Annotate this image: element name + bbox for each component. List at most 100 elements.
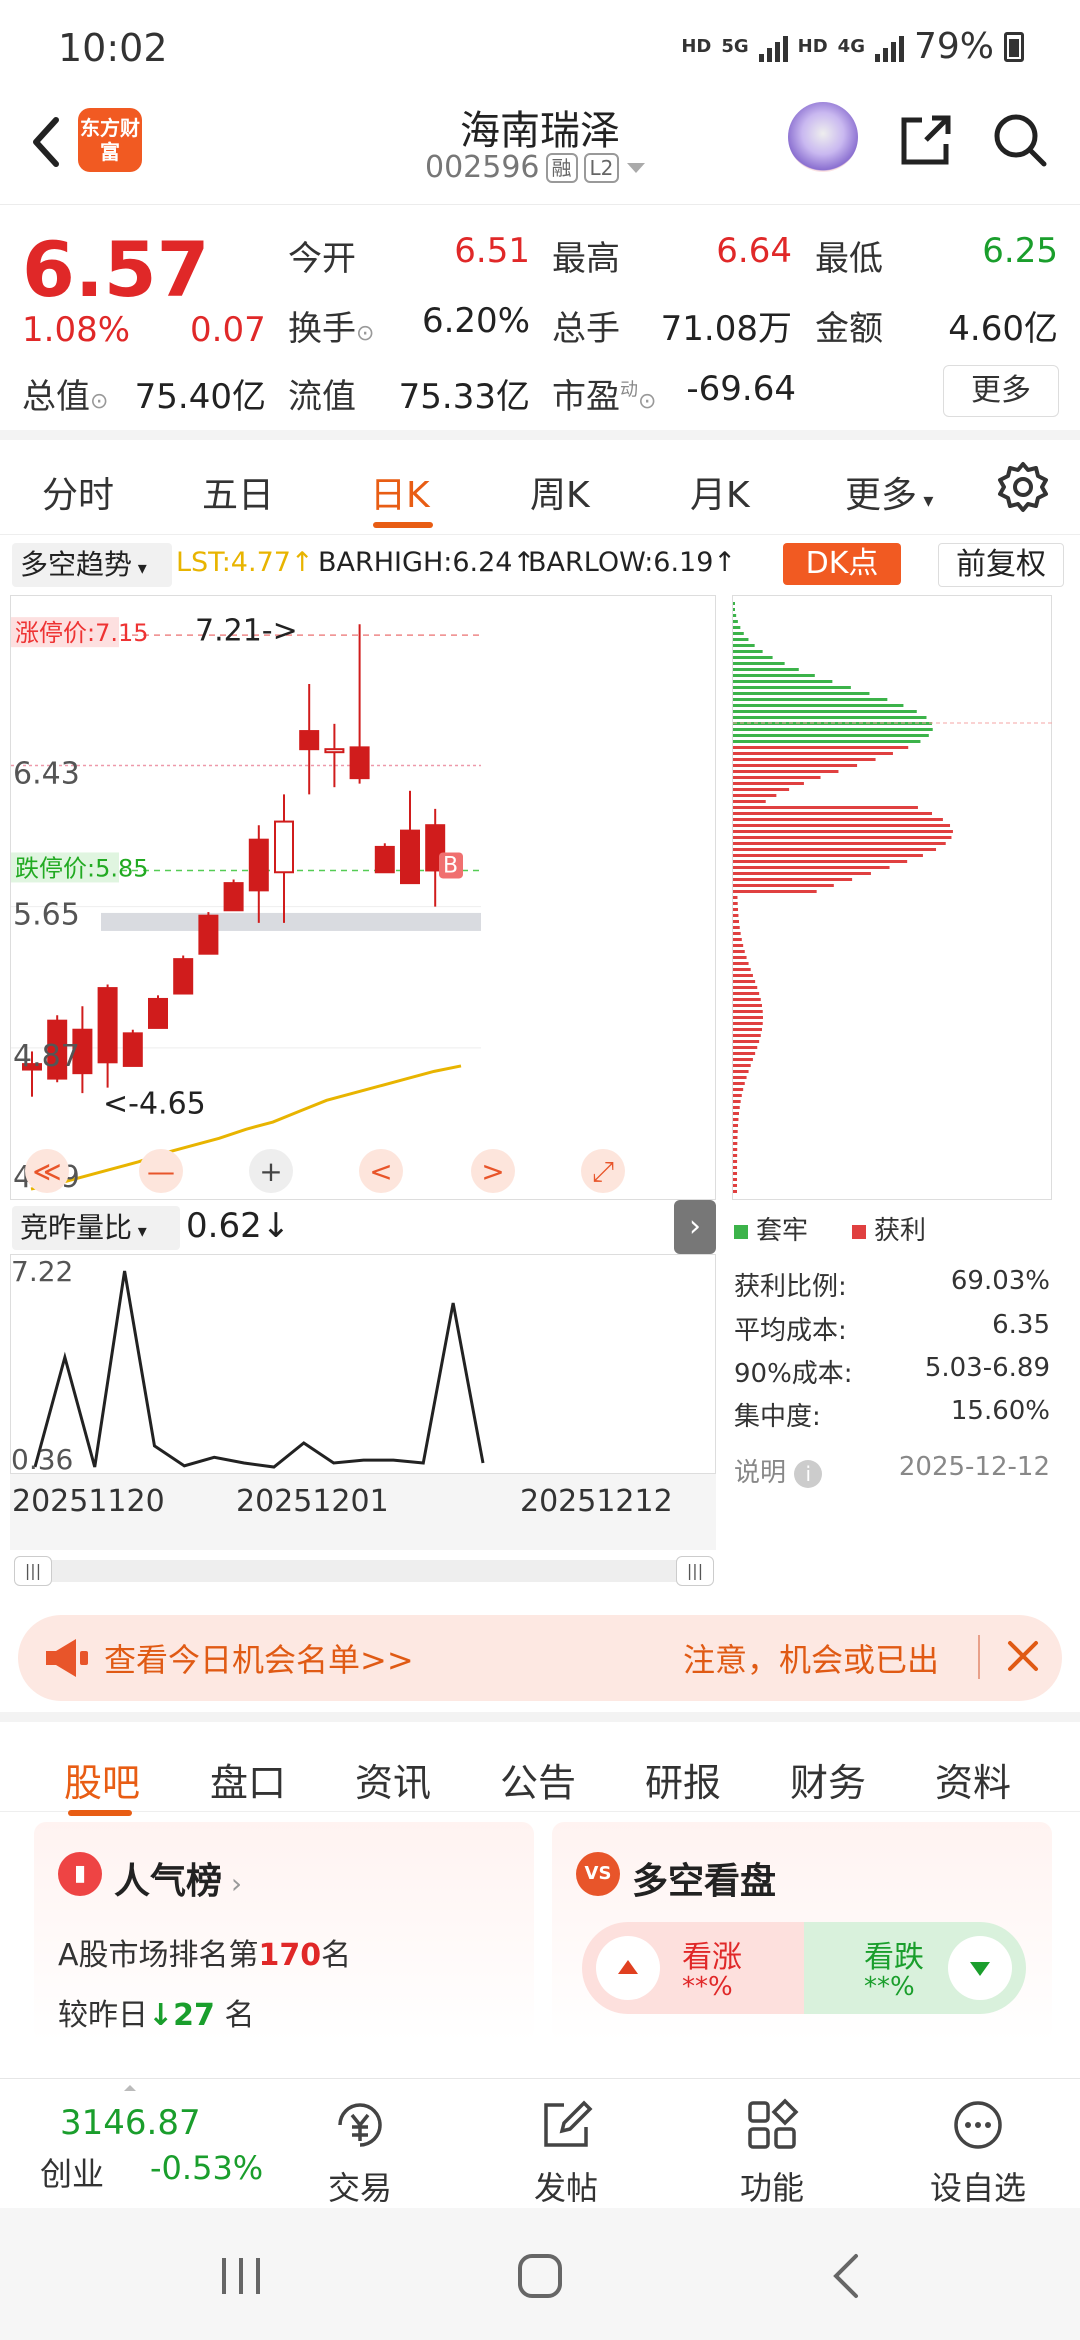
- chart-control-label: ⤢: [592, 1155, 614, 1188]
- expand-index-icon: [124, 2085, 136, 2091]
- chip-bar: [733, 1058, 753, 1061]
- chip-bar: [733, 1052, 756, 1055]
- chip-bar: [733, 1064, 751, 1067]
- tab-research[interactable]: 研报: [645, 1752, 721, 1807]
- tab-more[interactable]: 更多 ▾: [845, 466, 933, 518]
- bearish-button[interactable]: 看跌 **%: [804, 1922, 1026, 2014]
- chart-control-label: >: [481, 1155, 504, 1188]
- megaphone-icon: [46, 1639, 88, 1677]
- chip-bar: [733, 1094, 742, 1097]
- chip-bar: [733, 776, 821, 779]
- index-value[interactable]: 3146.87: [60, 2103, 201, 2143]
- bullish-button[interactable]: 看涨 **%: [582, 1922, 804, 2014]
- tab-monthly-k[interactable]: 月K: [690, 466, 750, 518]
- y-axis-label: 4.87: [13, 1039, 80, 1074]
- chip-bar: [733, 1076, 747, 1079]
- share-button[interactable]: [896, 110, 956, 170]
- ai-assistant-avatar[interactable]: [788, 102, 858, 172]
- chip-bar: [733, 1010, 763, 1013]
- signal-icon: [758, 32, 788, 62]
- tab-five-day[interactable]: 五日: [202, 466, 274, 518]
- chart-control-label: <: [369, 1155, 392, 1188]
- tab-forum[interactable]: 股吧: [64, 1752, 140, 1807]
- indicator-select[interactable]: 多空趋势 ▾: [12, 543, 172, 587]
- range-handle-right[interactable]: |||: [676, 1556, 714, 1586]
- tab-timeshare[interactable]: 分时: [42, 466, 114, 518]
- gear-icon: [998, 462, 1048, 512]
- chip-bar: [733, 998, 761, 1001]
- tab-profile[interactable]: 资料: [935, 1752, 1011, 1807]
- search-icon: [994, 114, 1047, 167]
- more-quote-button[interactable]: 更多: [943, 365, 1059, 417]
- battery-percent: 79%: [913, 26, 994, 67]
- bearish-label: 看跌: [864, 1940, 924, 1975]
- chip-help[interactable]: 说明 i: [734, 1452, 823, 1489]
- chip-bar: [733, 752, 893, 755]
- tab-finance[interactable]: 财务: [790, 1752, 866, 1807]
- back-nav-icon[interactable]: [826, 2252, 866, 2300]
- candlestick-chart[interactable]: 涨停价:7.15跌停价:5.856.435.654.874.097.21-><-…: [10, 595, 716, 1200]
- nav-trade[interactable]: 交易: [300, 2095, 420, 2209]
- candle-body: [299, 730, 320, 751]
- chip-bar: [733, 1166, 738, 1169]
- chip-bar: [733, 656, 773, 659]
- chip-bar: [733, 1070, 749, 1073]
- chip-bar: [733, 812, 933, 815]
- candle-body: [374, 845, 395, 874]
- bottom-nav: 3146.87 创业 -0.53% 交易 发帖 功能 设自选: [0, 2078, 1080, 2208]
- buy-signal-label: B: [443, 853, 458, 878]
- turnover-label[interactable]: 换手⊙: [288, 301, 374, 350]
- popularity-title: 人气榜 ›: [114, 1861, 243, 1902]
- chip-bar: [733, 620, 738, 623]
- tab-news[interactable]: 资讯: [355, 1752, 431, 1807]
- date-label-mid: 20251201: [236, 1484, 389, 1519]
- chip-bar: [733, 992, 760, 995]
- market-rank: A股市场排名第170名: [58, 1938, 352, 1973]
- y-axis-label: 5.65: [13, 898, 80, 933]
- chip-bar: [733, 1184, 738, 1187]
- tab-orderbook[interactable]: 盘口: [210, 1752, 286, 1807]
- nav-functions[interactable]: 功能: [712, 2095, 832, 2209]
- mktcap-label[interactable]: 总值⊙: [22, 369, 108, 418]
- network-4g: 4G: [837, 35, 865, 57]
- candle-body: [223, 882, 244, 912]
- vs-icon: VS: [576, 1852, 620, 1896]
- chip-bar: [733, 1040, 760, 1043]
- range-handle-left[interactable]: |||: [14, 1556, 52, 1586]
- chip-bar: [733, 1178, 738, 1181]
- nav-post[interactable]: 发帖: [506, 2095, 626, 2209]
- stock-code-row[interactable]: 002596 融 L2: [425, 150, 647, 185]
- popularity-card[interactable]: ▮ 人气榜 › A股市场排名第170名 较昨日↓27 名: [34, 1822, 534, 2042]
- tab-weekly-k[interactable]: 周K: [530, 466, 590, 518]
- dk-point-button[interactable]: DK点: [783, 543, 901, 585]
- chip-bar: [733, 902, 738, 905]
- pe-dynamic-mark: 动: [620, 379, 638, 401]
- volume-ratio-line: [33, 1270, 485, 1469]
- rank-change: 较昨日↓27 名: [58, 1998, 255, 2033]
- chip-bar: [733, 608, 736, 611]
- pe-label[interactable]: 市盈动⊙: [552, 369, 656, 418]
- tab-announcements[interactable]: 公告: [500, 1752, 576, 1807]
- chip-bar: [733, 602, 735, 605]
- banner-text: 查看今日机会名单>>: [104, 1641, 414, 1679]
- search-button[interactable]: [990, 110, 1050, 170]
- candle-body: [148, 997, 168, 1029]
- volume-ymin-label: 0.36: [11, 1443, 73, 1475]
- opportunity-banner[interactable]: 查看今日机会名单>> 注意，机会或已出: [18, 1615, 1062, 1701]
- adjust-button[interactable]: 前复权: [938, 543, 1064, 587]
- chip-bar: [733, 884, 834, 887]
- high-label: 最高: [552, 239, 620, 279]
- chip-bar: [733, 770, 839, 773]
- tab-daily-k[interactable]: 日K: [370, 466, 430, 518]
- volume-indicator-select[interactable]: 竞昨量比 ▾: [12, 1206, 180, 1250]
- banner-close-button[interactable]: [998, 1631, 1048, 1681]
- hd-badge: HD: [681, 35, 712, 57]
- recent-apps-icon[interactable]: [216, 2254, 266, 2298]
- chart-settings-button[interactable]: [996, 460, 1050, 514]
- nav-watchlist[interactable]: 设自选: [918, 2095, 1038, 2209]
- chart-range-scroller[interactable]: ||| |||: [14, 1556, 714, 1586]
- next-indicator-button[interactable]: ›: [674, 1200, 716, 1254]
- chip-bar: [733, 842, 946, 845]
- candle-body: [122, 1032, 143, 1067]
- home-icon[interactable]: [516, 2252, 564, 2300]
